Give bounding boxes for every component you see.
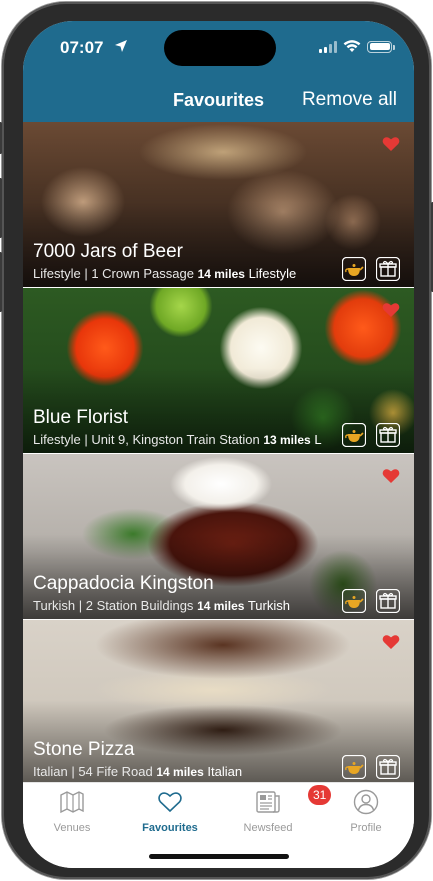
phone-frame: 07:07 Favourites Remove all 7000 Jars of… (0, 2, 433, 879)
venue-category-tag: Turkish (247, 598, 290, 613)
heart-outline-icon (158, 792, 182, 813)
tab-newsfeed[interactable]: 31 Newsfeed (219, 785, 332, 834)
venue-address: 1 Crown Passage (91, 266, 194, 281)
venue-meta: Lifestyle | Unit 9, Kingston Train Stati… (33, 432, 322, 447)
venue-name: Blue Florist (33, 407, 129, 428)
venue-card[interactable]: Blue Florist Lifestyle | Unit 9, Kingsto… (23, 288, 414, 454)
map-icon (60, 791, 84, 814)
venue-category: Italian (33, 764, 68, 779)
remove-all-button[interactable]: Remove all (302, 89, 397, 111)
home-indicator[interactable] (149, 854, 289, 859)
teapot-icon[interactable] (342, 755, 366, 779)
venue-actions (342, 755, 400, 779)
action-button (0, 122, 2, 154)
tab-label: Profile (350, 822, 382, 834)
favourites-list: 7000 Jars of Beer Lifestyle | 1 Crown Pa… (23, 122, 414, 786)
venue-category-tag: Italian (207, 764, 243, 779)
venue-distance: 14 miles (197, 267, 245, 281)
tab-label: Newsfeed (243, 822, 293, 834)
venue-category-tag: L (314, 432, 322, 447)
venue-card[interactable]: 7000 Jars of Beer Lifestyle | 1 Crown Pa… (23, 122, 414, 288)
tab-label: Venues (53, 822, 91, 834)
tab-bar: Venues Favourites 31 Newsfeed Profile (23, 782, 414, 868)
tab-favourites[interactable]: Favourites (121, 789, 219, 834)
status-indicators (319, 40, 395, 53)
venue-actions (342, 589, 400, 613)
status-time: 07:07 (60, 38, 104, 57)
venue-meta: Turkish | 2 Station Buildings 14 miles T… (33, 598, 290, 613)
venue-address: Unit 9, Kingston Train Station (91, 432, 260, 447)
venue-card[interactable]: Stone Pizza Italian | 54 Fife Road 14 mi… (23, 620, 414, 786)
venue-address: 2 Station Buildings (85, 598, 194, 613)
venue-name: Stone Pizza (33, 739, 135, 760)
venue-meta: Lifestyle | 1 Crown Passage 14 miles Lif… (33, 266, 297, 281)
volume-up-button (0, 178, 2, 238)
heart-icon[interactable] (382, 468, 400, 484)
location-arrow-icon (115, 40, 127, 52)
venue-category: Lifestyle (33, 266, 81, 281)
venue-name: Cappadocia Kingston (33, 573, 214, 594)
venue-meta: Italian | 54 Fife Road 14 miles Italian (33, 764, 243, 779)
venue-actions (342, 423, 400, 447)
venue-distance: 14 miles (156, 765, 204, 779)
venue-name: 7000 Jars of Beer (33, 241, 183, 262)
screen: 07:07 Favourites Remove all 7000 Jars of… (23, 21, 414, 868)
heart-icon[interactable] (382, 634, 400, 650)
tab-profile[interactable]: Profile (317, 789, 414, 834)
venue-category: Turkish (33, 598, 76, 613)
profile-icon (353, 789, 379, 815)
gift-icon[interactable] (376, 755, 400, 779)
tab-venues[interactable]: Venues (23, 789, 121, 834)
gift-icon[interactable] (376, 423, 400, 447)
venue-card[interactable]: Cappadocia Kingston Turkish | 2 Station … (23, 454, 414, 620)
venue-distance: 13 miles (263, 433, 311, 447)
volume-down-button (0, 252, 2, 312)
heart-icon[interactable] (382, 136, 400, 152)
battery-icon (367, 40, 395, 53)
venue-actions (342, 257, 400, 281)
gift-icon[interactable] (376, 589, 400, 613)
wifi-icon (343, 40, 361, 52)
newspaper-icon (256, 791, 280, 813)
teapot-icon[interactable] (342, 257, 366, 281)
teapot-icon[interactable] (342, 423, 366, 447)
tab-label: Favourites (142, 822, 198, 834)
dynamic-island (164, 30, 276, 66)
venue-category: Lifestyle (33, 432, 81, 447)
venue-distance: 14 miles (197, 599, 245, 613)
gift-icon[interactable] (376, 257, 400, 281)
venue-category-tag: Lifestyle (248, 266, 297, 281)
teapot-icon[interactable] (342, 589, 366, 613)
heart-icon[interactable] (382, 302, 400, 318)
cellular-signal-icon (319, 40, 337, 53)
venue-address: 54 Fife Road (78, 764, 153, 779)
